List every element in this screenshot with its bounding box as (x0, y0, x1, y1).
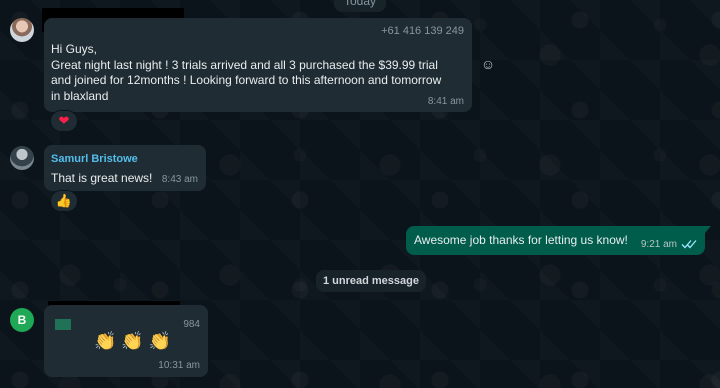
clapping-hands-sticker: 👏 👏 👏 (94, 331, 171, 352)
message-text: That is great news! (51, 171, 153, 185)
message-text: Hi Guys, Great night last night ! 3 tria… (51, 42, 442, 103)
date-chip: Today (333, 0, 387, 12)
message-bubble-1[interactable]: +61 416 139 249 Hi Guys, Great night las… (44, 18, 472, 112)
unread-message-chip: 1 unread message (316, 270, 426, 292)
message-text: Awesome job thanks for letting us know! (414, 233, 628, 247)
sender-phone: 984 (183, 319, 200, 330)
message-bubble-3[interactable]: 984 👏 👏 👏 10:31 am (44, 305, 208, 377)
emoji-reaction-icon[interactable]: ☺ (480, 56, 496, 72)
message-time: 10:31 am (158, 360, 200, 371)
clap-icon: 👏 (94, 331, 117, 351)
sender-name: Samurl Bristowe (51, 153, 138, 165)
message-time: 9:21 am (640, 239, 677, 250)
message-time: 8:41 am (427, 96, 464, 107)
message-time: 8:43 am (161, 174, 198, 185)
avatar-1[interactable] (10, 18, 34, 42)
clap-icon: 👏 (148, 331, 172, 351)
avatar-letter[interactable]: B (10, 308, 34, 332)
thumbs-up-reaction-icon[interactable]: 👍 (50, 190, 78, 212)
clap-icon: 👏 (121, 331, 144, 351)
outgoing-message-bubble[interactable]: Awesome job thanks for letting us know! … (406, 226, 711, 255)
sender-phone: +61 416 139 249 (381, 25, 464, 37)
heart-reaction-icon[interactable]: ❤ (50, 110, 78, 132)
double-check-icon (681, 240, 697, 249)
avatar-2[interactable] (10, 146, 34, 170)
message-bubble-2[interactable]: Samurl Bristowe That is great news! 8:43… (44, 145, 206, 191)
sender-name-partial (55, 319, 145, 330)
